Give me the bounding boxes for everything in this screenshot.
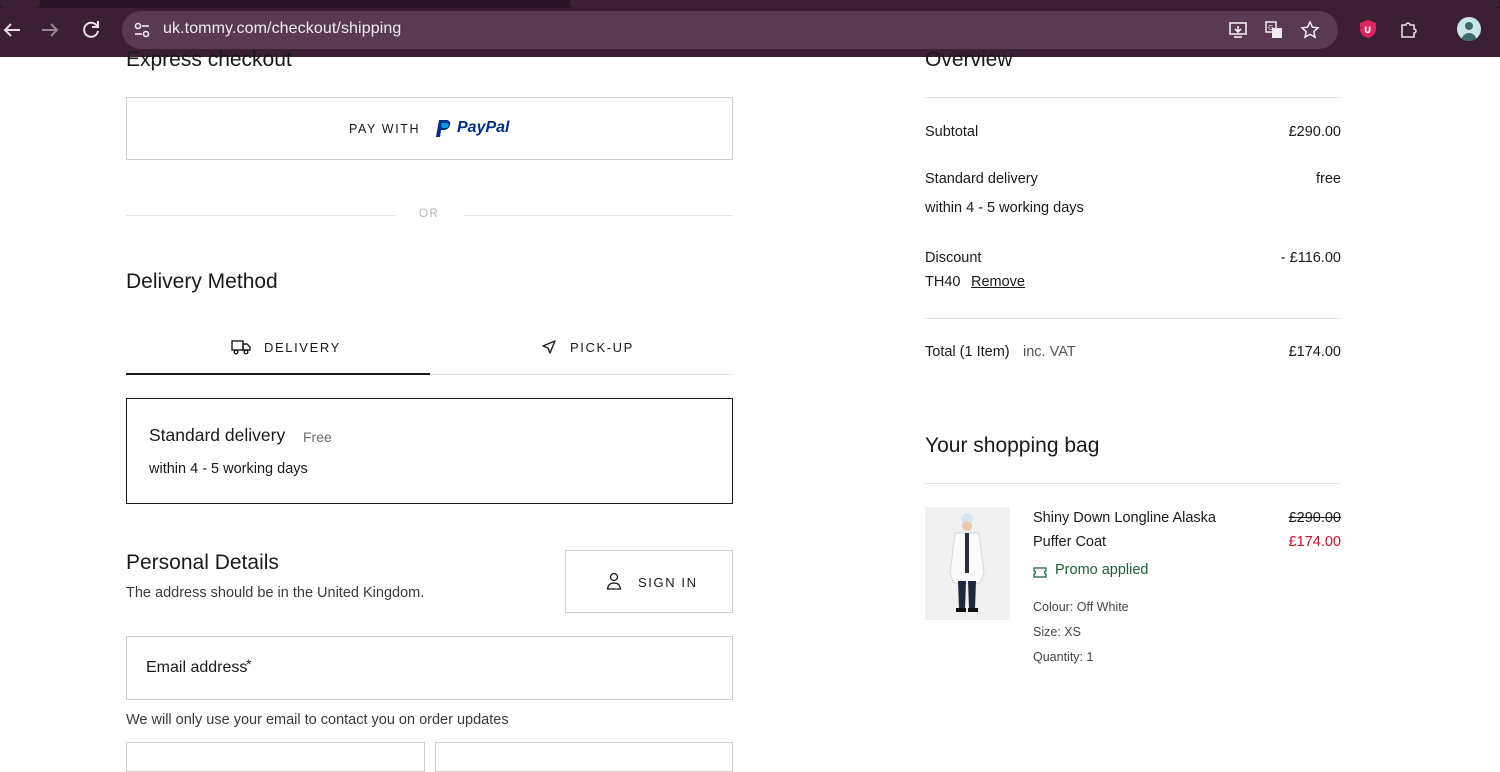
personal-details-subtitle: The address should be in the United King… bbox=[126, 585, 425, 601]
extensions-puzzle-icon[interactable] bbox=[1398, 18, 1420, 40]
sign-in-label: SIGN IN bbox=[638, 575, 698, 590]
site-info-icon[interactable] bbox=[132, 20, 152, 40]
divider bbox=[925, 97, 1341, 98]
personal-details-title: Personal Details bbox=[126, 551, 279, 574]
translate-icon[interactable]: G bbox=[1264, 20, 1284, 40]
delivery-method-title: Delivery Method bbox=[126, 270, 278, 293]
required-mark: * bbox=[246, 656, 252, 672]
tab-pick-up[interactable]: PICK-UP bbox=[430, 320, 733, 375]
sign-in-button[interactable]: SIGN IN bbox=[565, 550, 733, 613]
reload-icon[interactable] bbox=[79, 18, 103, 42]
product-quantity: Quantity: 1 bbox=[1033, 650, 1094, 664]
delivery-option-standard[interactable]: Standard delivery Free within 4 - 5 work… bbox=[126, 398, 733, 504]
promo-applied-label: Promo applied bbox=[1055, 562, 1149, 578]
tab-strip bbox=[0, 0, 1500, 8]
email-field[interactable]: Email address * bbox=[126, 636, 733, 700]
product-image[interactable] bbox=[925, 507, 1010, 620]
product-size: Size: XS bbox=[1033, 625, 1081, 639]
product-name-line2[interactable]: Puffer Coat bbox=[1033, 534, 1106, 550]
delivery-label: Standard delivery bbox=[925, 171, 1038, 187]
pay-with-label: PAY WITH bbox=[349, 122, 421, 136]
svg-text:U: U bbox=[1364, 26, 1371, 36]
tab-delivery-label: DELIVERY bbox=[264, 340, 341, 355]
delivery-time: within 4 - 5 working days bbox=[925, 200, 1084, 216]
bookmark-star-icon[interactable] bbox=[1300, 20, 1320, 40]
product-new-price: £174.00 bbox=[1288, 534, 1341, 550]
divider bbox=[126, 215, 396, 216]
remove-discount-link[interactable]: Remove bbox=[971, 274, 1025, 290]
truck-icon bbox=[231, 339, 251, 360]
product-figure-icon bbox=[949, 513, 985, 612]
install-app-icon[interactable] bbox=[1228, 20, 1248, 40]
total-value: £174.00 bbox=[1288, 344, 1341, 360]
subtotal-value: £290.00 bbox=[1288, 124, 1341, 140]
user-icon bbox=[606, 572, 622, 595]
tab-delivery[interactable]: DELIVERY bbox=[126, 320, 430, 375]
product-name-line1[interactable]: Shiny Down Longline Alaska bbox=[1033, 510, 1216, 526]
divider bbox=[925, 483, 1341, 484]
tab-pick-up-label: PICK-UP bbox=[570, 340, 634, 355]
svg-text:G: G bbox=[1268, 24, 1273, 32]
product-old-price: £290.00 bbox=[1288, 510, 1341, 526]
profile-avatar[interactable] bbox=[1457, 17, 1481, 41]
paypal-logo-icon bbox=[435, 119, 453, 144]
discount-value: - £116.00 bbox=[1280, 250, 1341, 266]
address-bar[interactable]: uk.tommy.com/checkout/shipping G bbox=[122, 11, 1338, 49]
email-label: Email address bbox=[146, 659, 248, 676]
discount-label: Discount bbox=[925, 250, 982, 266]
browser-tab[interactable] bbox=[0, 0, 40, 8]
divider bbox=[925, 318, 1341, 319]
discount-code: TH40 bbox=[925, 274, 961, 290]
back-icon[interactable] bbox=[0, 18, 24, 42]
ticket-icon bbox=[1033, 565, 1047, 583]
forward-icon[interactable] bbox=[38, 18, 62, 42]
ublock-shield-icon[interactable]: U bbox=[1357, 18, 1379, 40]
paypal-button[interactable]: PAY WITH PayPal bbox=[126, 97, 733, 160]
delivery-value: free bbox=[1316, 171, 1341, 187]
email-note: We will only use your email to contact y… bbox=[126, 712, 509, 728]
or-separator: OR bbox=[419, 208, 440, 220]
divider bbox=[464, 215, 733, 216]
shopping-bag-title: Your shopping bag bbox=[925, 434, 1100, 457]
express-checkout-title: Express checkout bbox=[126, 48, 292, 71]
total-vat: inc. VAT bbox=[1023, 344, 1076, 360]
overview-title: Overview bbox=[925, 48, 1013, 71]
delivery-option-name: Standard delivery bbox=[149, 425, 286, 445]
paypal-wordmark: PayPal bbox=[457, 119, 510, 136]
url-text[interactable]: uk.tommy.com/checkout/shipping bbox=[163, 20, 401, 38]
navigation-arrow-icon bbox=[541, 339, 557, 360]
first-name-field[interactable] bbox=[126, 742, 425, 772]
delivery-option-price: Free bbox=[303, 429, 332, 445]
subtotal-label: Subtotal bbox=[925, 124, 979, 140]
product-colour: Colour: Off White bbox=[1033, 600, 1129, 614]
browser-tab[interactable] bbox=[570, 0, 1500, 8]
delivery-option-time: within 4 - 5 working days bbox=[149, 461, 308, 477]
total-label: Total (1 Item) bbox=[925, 344, 1010, 360]
last-name-field[interactable] bbox=[435, 742, 733, 772]
